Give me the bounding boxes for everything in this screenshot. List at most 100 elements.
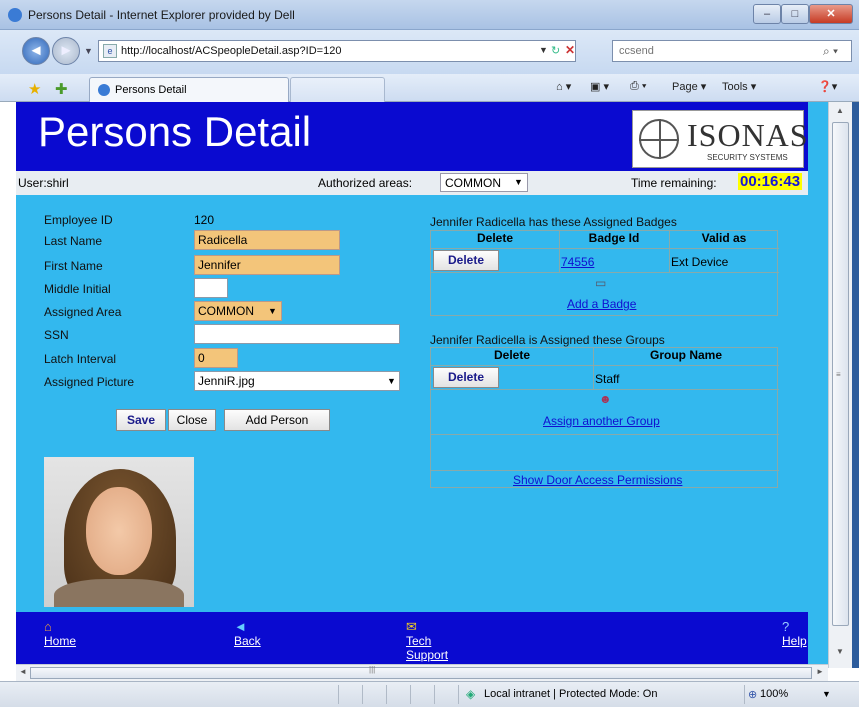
address-bar[interactable]: e http://localhost/ACSpeopleDetail.asp?I…: [98, 40, 576, 62]
scroll-left-icon[interactable]: ◄: [19, 667, 27, 676]
ie-logo-icon: [8, 8, 22, 22]
info-bar: User:shirl Authorized areas: COMMON ▼ Ti…: [16, 171, 808, 195]
current-user: User:shirl: [18, 176, 69, 190]
group-people-icon: ☻: [599, 392, 612, 406]
search-input[interactable]: [617, 44, 817, 58]
latch-interval-label: Latch Interval: [44, 352, 117, 366]
help-nav-item[interactable]: ? Help: [782, 620, 807, 649]
page-menu[interactable]: Page ▾: [672, 80, 706, 93]
horizontal-scroll-thumb[interactable]: [30, 667, 812, 679]
employee-id-value: 120: [194, 213, 215, 227]
first-name-field[interactable]: Jennifer: [194, 255, 340, 275]
logo-tagline: SECURITY SYSTEMS: [707, 153, 788, 162]
maximize-button[interactable]: □: [781, 4, 809, 24]
help-link[interactable]: Help: [782, 634, 807, 648]
page-content: Persons Detail ISONAS SECURITY SYSTEMS U…: [16, 102, 828, 668]
address-url[interactable]: http://localhost/ACSpeopleDetail.asp?ID=…: [121, 45, 341, 57]
favorites-star-icon[interactable]: ★: [28, 80, 41, 98]
time-remaining-value: 00:16:43: [738, 173, 803, 190]
tech-support-link[interactable]: Tech Support: [406, 634, 454, 662]
chevron-down-icon: ▼: [514, 177, 523, 187]
badge-id-link[interactable]: 74556: [561, 255, 594, 269]
address-dropdown-icon[interactable]: ▼: [539, 45, 548, 55]
delete-group-button[interactable]: Delete: [433, 367, 499, 388]
assigned-area-select[interactable]: COMMON ▼: [194, 301, 282, 321]
add-favorites-icon[interactable]: ✚: [55, 80, 68, 98]
hscroll-grip-icon: |||: [369, 665, 376, 674]
tab-persons-detail[interactable]: Persons Detail: [89, 77, 289, 102]
latch-interval-field[interactable]: 0: [194, 348, 238, 368]
authorized-areas-value: COMMON: [445, 176, 501, 190]
last-name-label: Last Name: [44, 234, 103, 248]
history-dropdown-icon[interactable]: ▼: [84, 46, 93, 56]
add-badge-link[interactable]: Add a Badge: [567, 297, 636, 311]
authorized-areas-select[interactable]: COMMON ▼: [440, 173, 528, 192]
tech-support-nav-item[interactable]: ✉ Tech Support: [406, 620, 454, 663]
badge-card-icon: ▭: [595, 276, 607, 290]
last-name-field[interactable]: Radicella: [194, 230, 340, 250]
person-photo: [44, 457, 194, 607]
page-header: Persons Detail ISONAS SECURITY SYSTEMS: [16, 102, 808, 171]
zoom-level[interactable]: 100%: [760, 688, 788, 700]
stop-icon[interactable]: ✕: [565, 43, 575, 57]
first-name-label: First Name: [44, 259, 103, 273]
badges-header-delete: Delete: [476, 231, 514, 245]
back-nav-item[interactable]: ◄ Back: [234, 620, 261, 649]
logo-crosshair-icon: [639, 119, 679, 159]
back-link[interactable]: Back: [234, 634, 261, 648]
search-box[interactable]: ⌕ ▾: [612, 40, 852, 62]
back-arrow-button[interactable]: ◄: [22, 37, 50, 65]
feeds-icon[interactable]: ▣ ▾: [590, 80, 609, 93]
isonas-logo: ISONAS SECURITY SYSTEMS: [632, 110, 808, 168]
middle-initial-field[interactable]: [194, 278, 228, 298]
page-title: Persons Detail: [38, 108, 312, 155]
tab-ie-icon: [98, 84, 110, 96]
groups-header-group-name: Group Name: [649, 348, 722, 362]
navigation-bar: ◄ ► ▼ e http://localhost/ACSpeopleDetail…: [0, 30, 859, 74]
minimize-button[interactable]: –: [753, 4, 781, 24]
home-nav-item[interactable]: ⌂ Home: [44, 620, 76, 649]
page-icon: e: [103, 44, 117, 58]
assigned-picture-select[interactable]: JenniR.jpg ▼: [194, 371, 400, 391]
home-icon[interactable]: ⌂ ▾: [556, 80, 571, 93]
badges-table: Delete Badge Id Valid as Delete 74556 Ex…: [430, 230, 779, 316]
time-remaining-label: Time remaining:: [631, 176, 717, 190]
scroll-up-icon[interactable]: ▲: [836, 106, 844, 115]
home-link[interactable]: Home: [44, 634, 76, 648]
middle-initial-label: Middle Initial: [44, 282, 111, 296]
help-menu-icon[interactable]: ❓▾: [818, 80, 837, 93]
tools-menu[interactable]: Tools ▾: [722, 80, 756, 93]
vertical-scrollbar[interactable]: ▲ ≡ ▼: [828, 102, 852, 668]
assign-group-link[interactable]: Assign another Group: [543, 414, 660, 428]
group-name-value: Staff: [595, 372, 620, 386]
add-person-button[interactable]: Add Person: [224, 409, 330, 431]
close-button[interactable]: Close: [168, 409, 216, 431]
horizontal-scrollbar[interactable]: ◄ ||| ►: [16, 664, 828, 681]
status-bar: ◈ Local intranet | Protected Mode: On ⊕ …: [0, 681, 859, 707]
zoom-icon: ⊕: [748, 689, 758, 701]
left-margin: [0, 102, 16, 668]
forward-arrow-button[interactable]: ►: [52, 37, 80, 65]
authorized-areas-label: Authorized areas:: [318, 176, 413, 190]
window-title: Persons Detail - Internet Explorer provi…: [28, 8, 295, 22]
security-zone-text: Local intranet | Protected Mode: On: [484, 688, 658, 700]
chevron-down-icon: ▼: [387, 376, 396, 386]
page-footer: ⌂ Home ◄ Back ✉ Tech Support ? Help: [16, 612, 808, 668]
close-window-button[interactable]: ✕: [809, 4, 853, 24]
groups-table: Delete Group Name Delete Staff ☻ Assign …: [430, 347, 779, 488]
ssn-field[interactable]: [194, 324, 400, 344]
groups-title: Jennifer Radicella is Assigned these Gro…: [430, 333, 665, 347]
scroll-down-icon[interactable]: ▼: [836, 647, 844, 656]
print-icon[interactable]: ⎙ ▾: [630, 80, 646, 93]
save-button[interactable]: Save: [116, 409, 166, 431]
badges-title: Jennifer Radicella has these Assigned Ba…: [430, 215, 677, 229]
tab-label: Persons Detail: [115, 84, 187, 96]
scroll-right-icon[interactable]: ►: [816, 667, 824, 676]
search-icon[interactable]: ⌕ ▾: [823, 44, 838, 59]
delete-badge-button[interactable]: Delete: [433, 250, 499, 271]
new-tab-button[interactable]: [290, 77, 385, 102]
show-door-access-link[interactable]: Show Door Access Permissions: [513, 473, 682, 487]
zoom-dropdown-icon[interactable]: ▼: [822, 689, 831, 699]
logo-brand: ISONAS: [687, 117, 809, 153]
refresh-icon[interactable]: ↻: [551, 44, 560, 57]
